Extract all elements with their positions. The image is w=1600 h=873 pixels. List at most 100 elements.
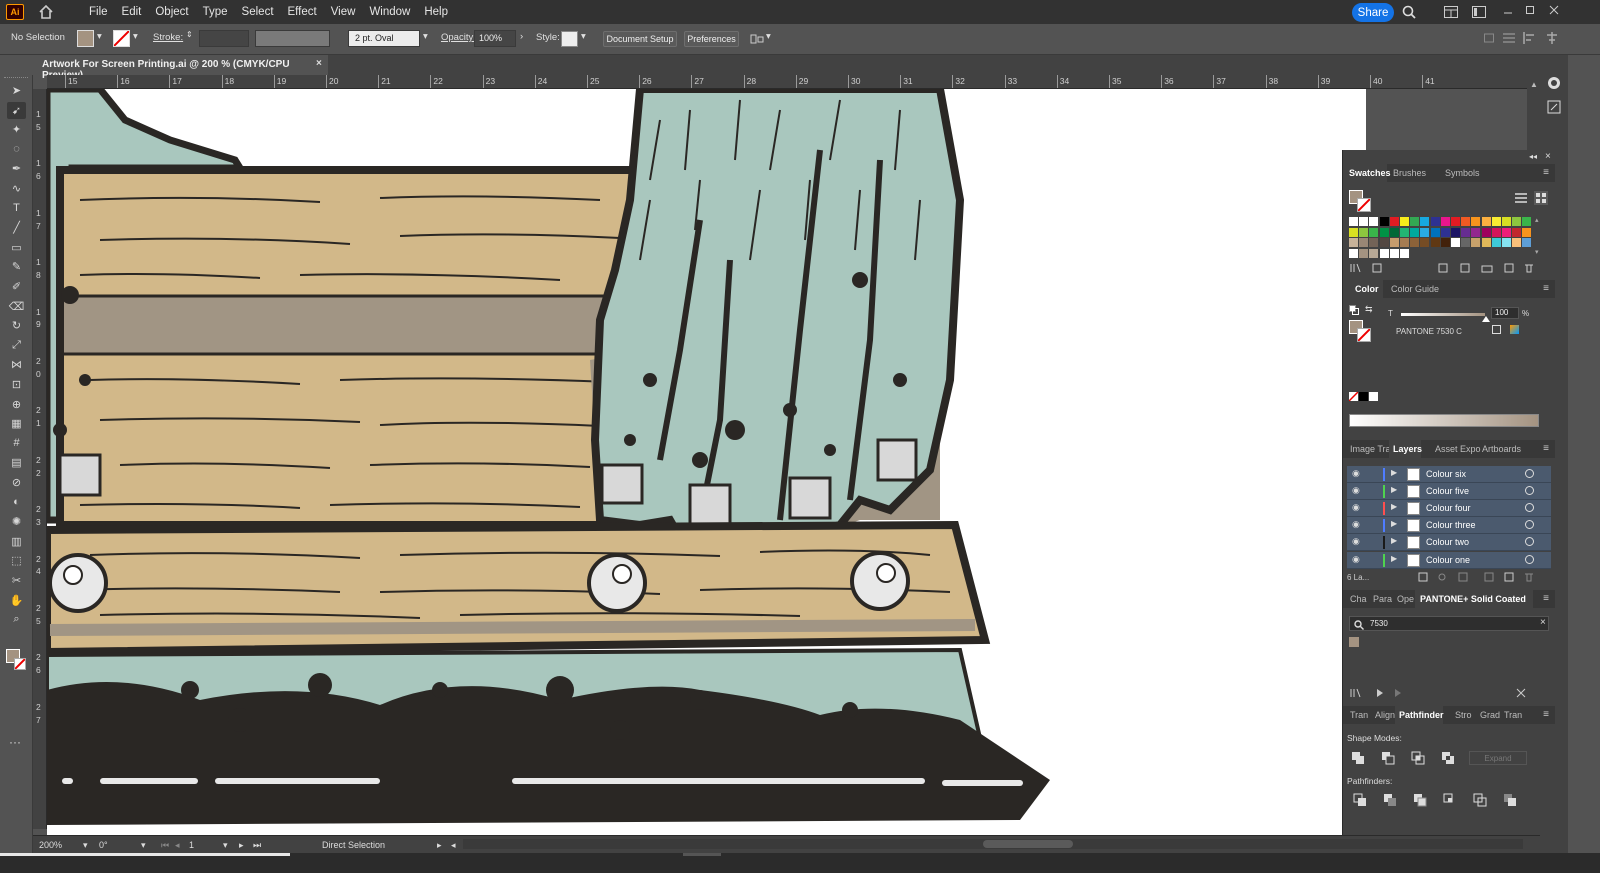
hand-icon[interactable]: ✋: [7, 592, 26, 609]
column-graph-icon[interactable]: ▥: [7, 533, 26, 550]
color-swatch[interactable]: [1359, 238, 1369, 247]
color-swatch[interactable]: [1481, 227, 1491, 237]
color-swatch[interactable]: [1430, 238, 1440, 247]
chevron-right-icon[interactable]: ▶: [1391, 468, 1397, 477]
default-colors-icon[interactable]: [1349, 305, 1359, 315]
stroke-label[interactable]: Stroke:: [153, 32, 183, 43]
slice-icon[interactable]: ✂: [7, 572, 26, 589]
color-swatch[interactable]: [1369, 238, 1379, 247]
color-swatch[interactable]: [1461, 227, 1471, 237]
preferences-button[interactable]: Preferences: [684, 31, 739, 47]
tab-symbols[interactable]: Symbols: [1445, 164, 1480, 182]
tab-paragraph[interactable]: Para: [1373, 590, 1392, 608]
home-icon[interactable]: [38, 4, 54, 20]
eyedropper-icon[interactable]: ⊘: [7, 474, 26, 491]
chevron-right-icon[interactable]: ▸: [437, 840, 442, 851]
layer-row[interactable]: ◉ ▶ Colour six: [1347, 466, 1551, 483]
vertical-ruler[interactable]: 15161718192021222324252627: [33, 89, 47, 829]
tab-image-trace[interactable]: Image Tra: [1350, 440, 1391, 458]
color-swatch[interactable]: [1420, 217, 1430, 226]
chevron-right-icon[interactable]: ▶: [1391, 519, 1397, 528]
color-swatch[interactable]: [1461, 238, 1471, 247]
color-swatch[interactable]: [1420, 238, 1430, 247]
close-window-icon[interactable]: [1546, 2, 1562, 18]
web-safe-icon[interactable]: [1510, 325, 1519, 334]
color-swatch[interactable]: [1512, 227, 1522, 237]
collapse-panels-icon[interactable]: ◂◂: [1529, 152, 1537, 161]
panel-menu-icon[interactable]: [1503, 32, 1515, 44]
share-button[interactable]: Share: [1352, 3, 1394, 22]
menu-window[interactable]: Window: [362, 6, 417, 18]
visibility-eye-icon[interactable]: ◉: [1352, 485, 1360, 496]
tint-field[interactable]: 100: [1491, 307, 1519, 319]
gradient-icon[interactable]: ▤: [7, 454, 26, 471]
tab-character[interactable]: Cha: [1350, 590, 1367, 608]
out-of-gamut-icon[interactable]: [1492, 325, 1501, 334]
color-swatch[interactable]: [1410, 227, 1420, 237]
target-icon[interactable]: [1525, 486, 1534, 496]
line-icon[interactable]: ╱: [7, 219, 26, 236]
layer-row[interactable]: ◉ ▶ Colour three: [1347, 517, 1551, 535]
color-swatch[interactable]: [1430, 227, 1440, 237]
tab-gradient[interactable]: Grad: [1480, 706, 1500, 724]
chevron-down-icon[interactable]: ▾: [83, 840, 88, 851]
color-swatch[interactable]: [1400, 238, 1409, 247]
free-transform-icon[interactable]: ⊡: [7, 376, 26, 393]
zoom-level[interactable]: 200%: [39, 840, 62, 850]
next-artboard-icon[interactable]: ▸: [239, 840, 244, 851]
color-swatch[interactable]: [1512, 217, 1522, 226]
color-swatch[interactable]: [1349, 217, 1358, 226]
target-icon[interactable]: [1525, 520, 1534, 530]
align-left-icon[interactable]: [1523, 32, 1535, 44]
shape-builder-icon[interactable]: ⊕: [7, 396, 26, 413]
color-swatch[interactable]: [1440, 217, 1450, 226]
magic-wand-icon[interactable]: ✦: [7, 121, 26, 138]
appearance-icon[interactable]: [1546, 75, 1562, 91]
stroke-swatch[interactable]: [113, 30, 130, 47]
tab-asset-export[interactable]: Asset Expo: [1435, 440, 1481, 458]
export-icon[interactable]: [1546, 99, 1562, 115]
menu-help[interactable]: Help: [417, 6, 455, 18]
chevron-right-icon[interactable]: ▶: [1391, 536, 1397, 545]
isolate-icon[interactable]: [1484, 32, 1494, 44]
menu-type[interactable]: Type: [196, 6, 235, 18]
color-swatch[interactable]: [1389, 227, 1399, 237]
scale-icon[interactable]: ⤢: [7, 337, 26, 354]
color-swatch[interactable]: [1400, 217, 1409, 226]
tab-layers[interactable]: Layers: [1389, 440, 1422, 458]
blob-brush-icon[interactable]: ✐: [7, 278, 26, 295]
color-swatch[interactable]: [1379, 248, 1389, 258]
tab-align[interactable]: Align: [1375, 706, 1395, 724]
white-swatch[interactable]: [1369, 392, 1378, 401]
previous-artboard-icon[interactable]: ◂: [175, 840, 180, 851]
chevron-down-icon[interactable]: ▾: [1535, 248, 1539, 256]
layer-row[interactable]: ◉ ▶ Colour five: [1347, 483, 1551, 501]
color-swatch[interactable]: [1369, 227, 1379, 237]
color-swatch[interactable]: [1491, 217, 1501, 226]
chevron-down-icon[interactable]: ▾: [223, 840, 228, 851]
layer-row[interactable]: ◉ ▶ Colour one: [1347, 551, 1551, 569]
minus-front-icon[interactable]: [1381, 751, 1395, 765]
document-tab[interactable]: Artwork For Screen Printing.ai @ 200 % (…: [36, 55, 328, 81]
grid-view-icon[interactable]: [1534, 191, 1548, 205]
panel-menu-icon[interactable]: ≡: [1543, 283, 1549, 294]
pantone-7530-swatch[interactable]: [1349, 637, 1359, 647]
swatch-grid[interactable]: [1349, 217, 1533, 259]
chevron-down-icon[interactable]: ▾: [141, 840, 146, 851]
tint-slider-thumb[interactable]: [1482, 316, 1490, 322]
layer-row[interactable]: ◉ ▶ Colour four: [1347, 500, 1551, 518]
color-swatch[interactable]: [1379, 227, 1389, 237]
color-swatch[interactable]: [1400, 248, 1409, 258]
menu-view[interactable]: View: [324, 6, 363, 18]
close-icon[interactable]: ×: [316, 58, 322, 69]
more-tools-icon[interactable]: ···: [9, 735, 21, 749]
panel-menu-icon[interactable]: ≡: [1543, 443, 1549, 454]
tab-transform[interactable]: Tran: [1350, 706, 1368, 724]
expand-button[interactable]: Expand: [1469, 751, 1527, 765]
tab-color-guide[interactable]: Color Guide: [1391, 280, 1439, 298]
unite-icon[interactable]: [1351, 751, 1365, 765]
eraser-icon[interactable]: ⌫: [7, 298, 26, 315]
color-swatch[interactable]: [1349, 238, 1358, 247]
color-swatch[interactable]: [1512, 238, 1522, 247]
target-icon[interactable]: [1525, 503, 1534, 513]
